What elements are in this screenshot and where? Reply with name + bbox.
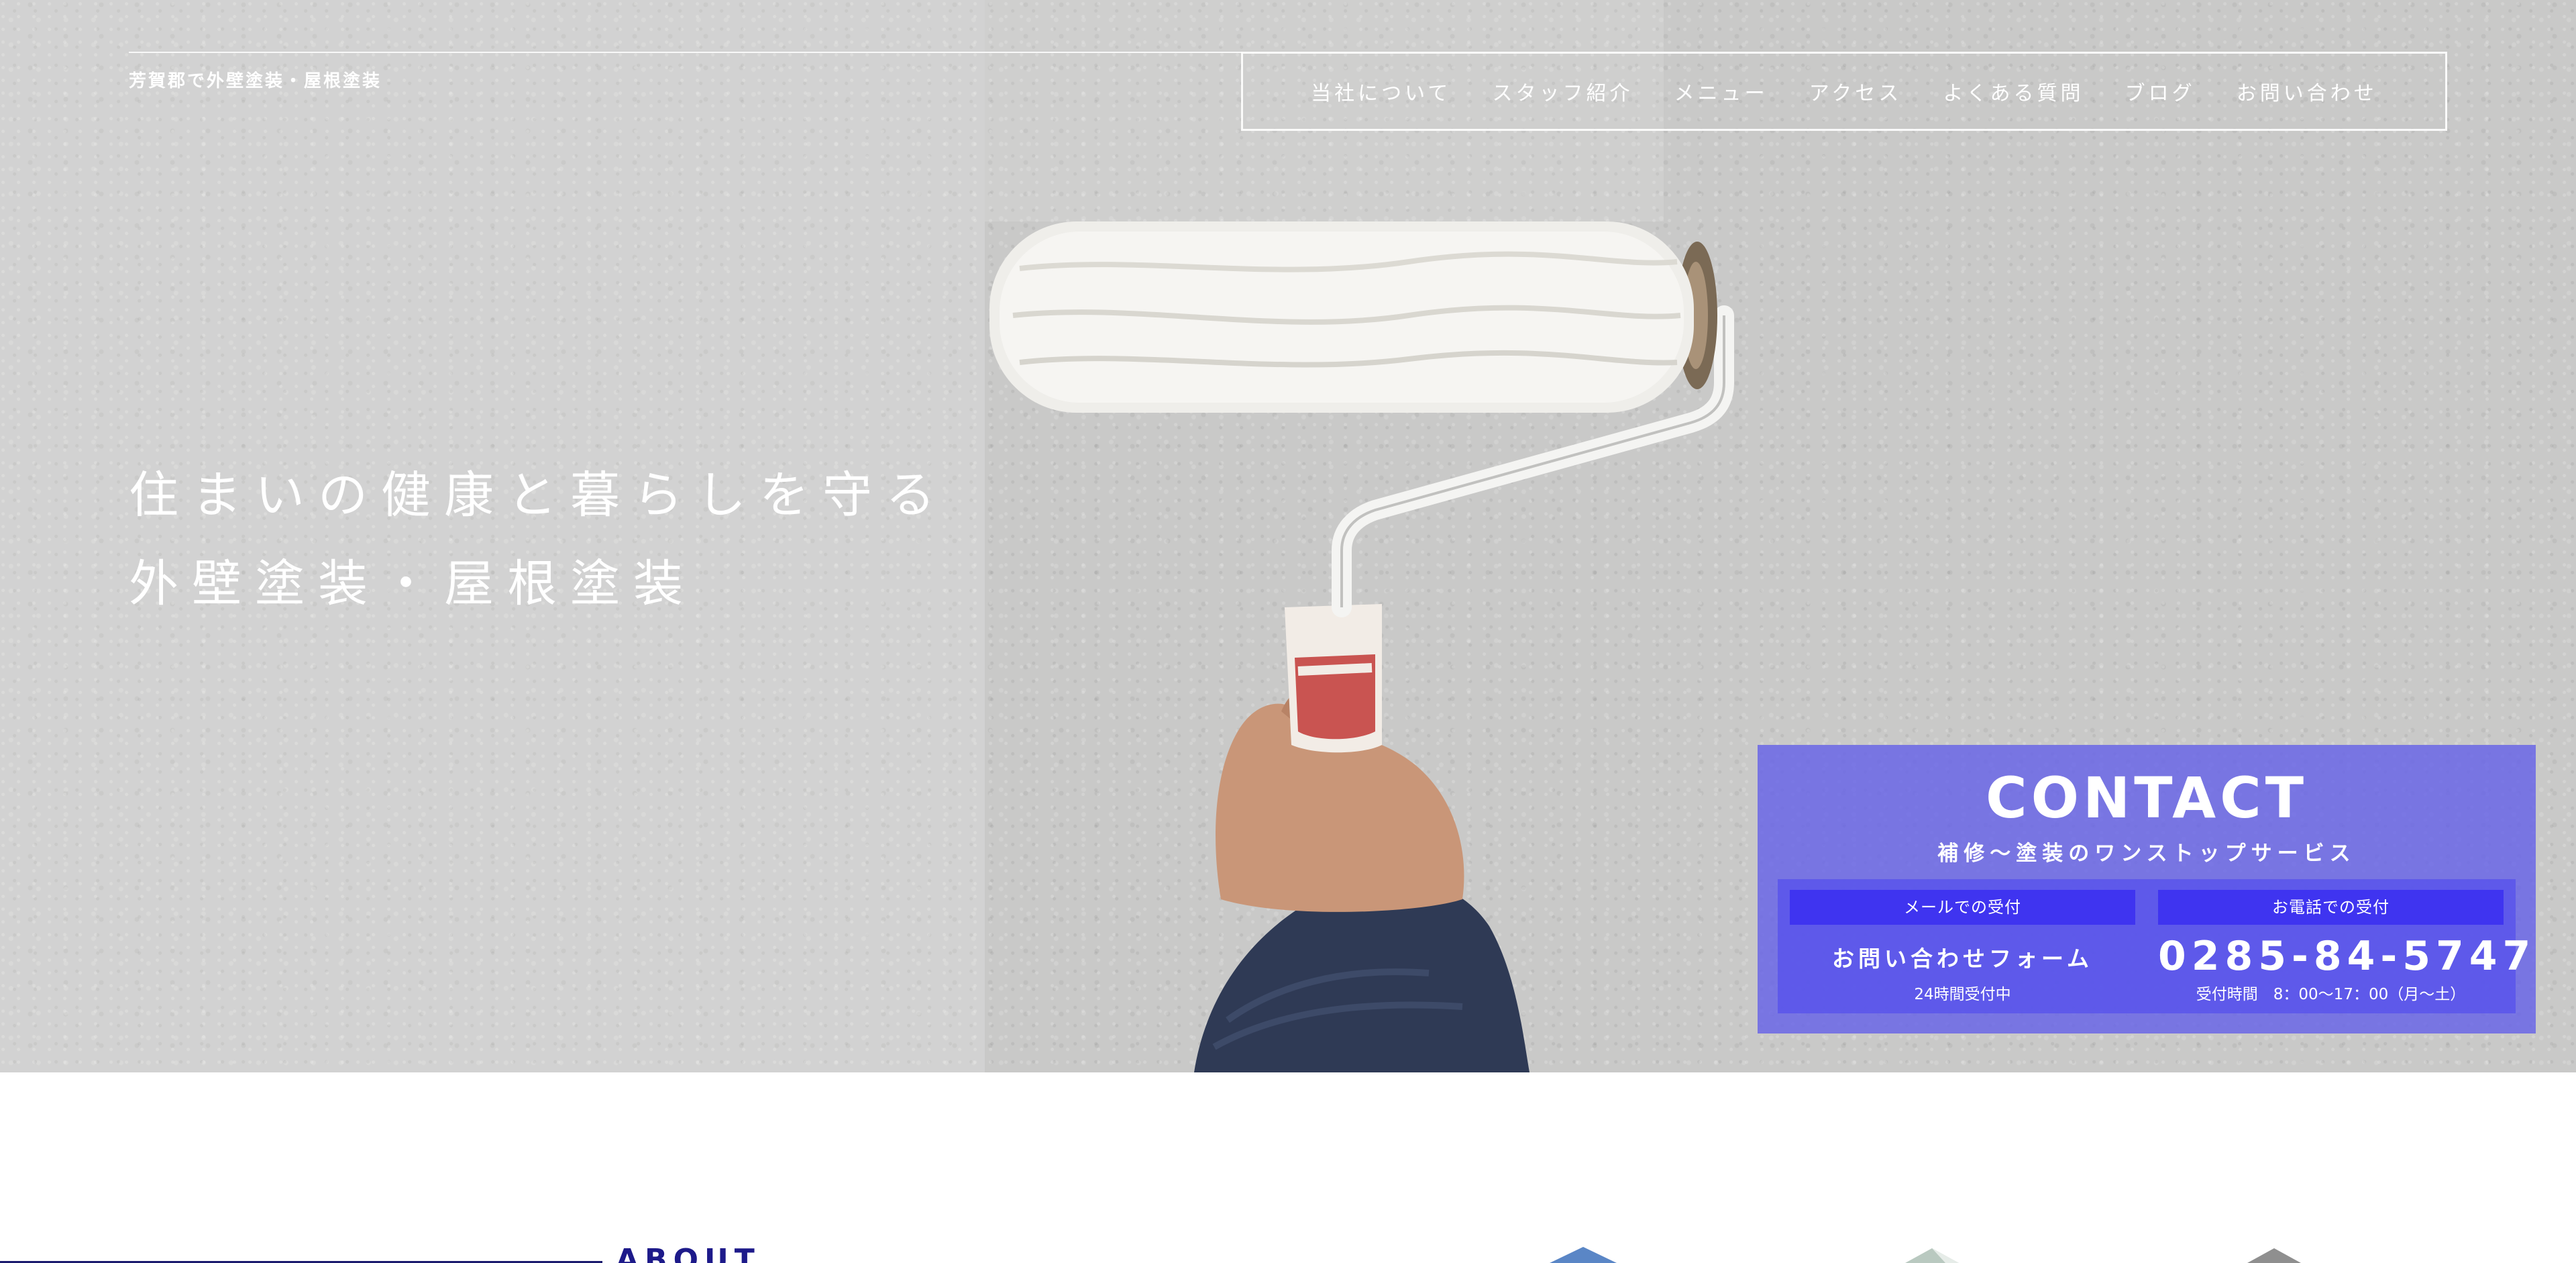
phone-label[interactable]: お電話での受付 xyxy=(2158,890,2504,925)
mail-label[interactable]: メールでの受付 xyxy=(1790,890,2135,925)
phone-hours: 受付時間 8：00～17：00（月～土） xyxy=(2196,986,2466,1003)
nav-item-about[interactable]: 当社について xyxy=(1311,77,1451,106)
mail-note: 24時間受付中 xyxy=(1914,986,2011,1003)
global-nav: 当社について スタッフ紹介 メニュー アクセス よくある質問 ブログ お問い合わ… xyxy=(1241,52,2447,131)
contact-mail-block[interactable]: メールでの受付 お問い合わせフォーム 24時間受付中 xyxy=(1790,879,2135,1013)
site-tagline[interactable]: 芳賀郡で外壁塗装・屋根塗装 xyxy=(129,67,382,92)
about-image-1 xyxy=(1550,1247,1617,1263)
header-divider xyxy=(129,52,1241,53)
about-heading: ABOUT xyxy=(616,1243,761,1263)
contact-title: CONTACT xyxy=(1985,765,2308,831)
hero-headline-line2: 外壁塗装・屋根塗装 xyxy=(129,555,696,613)
contact-panel: CONTACT 補修～塗装のワンストップサービス メールでの受付 お問い合わせフ… xyxy=(1758,745,2536,1033)
hero-section: 芳賀郡で外壁塗装・屋根塗装 当社について スタッフ紹介 メニュー アクセス よく… xyxy=(0,0,2576,1072)
contact-options: メールでの受付 お問い合わせフォーム 24時間受付中 お電話での受付 0285-… xyxy=(1778,879,2530,1013)
contact-subtitle: 補修～塗装のワンストップサービス xyxy=(1937,842,2356,866)
about-image-2 xyxy=(1905,1248,1959,1263)
nav-item-contact[interactable]: お問い合わせ xyxy=(2237,77,2377,106)
nav-item-blog[interactable]: ブログ xyxy=(2125,77,2196,106)
phone-number[interactable]: 0285-84-5747 xyxy=(2158,933,2530,980)
contact-form-link[interactable]: お問い合わせフォーム xyxy=(1790,941,2135,973)
contact-phone-block[interactable]: お電話での受付 0285-84-5747 受付時間 8：00～17：00（月～土… xyxy=(2158,879,2530,1013)
hero-headline-line1: 住まいの健康と暮らしを守る xyxy=(129,466,949,524)
nav-item-staff[interactable]: スタッフ紹介 xyxy=(1492,77,1633,106)
hero-headline: 住まいの健康と暮らしを守る 外壁塗装・屋根塗装 xyxy=(129,451,949,628)
nav-item-access[interactable]: アクセス xyxy=(1809,77,1902,106)
nav-item-menu[interactable]: メニュー xyxy=(1674,77,1768,106)
nav-item-faq[interactable]: よくある質問 xyxy=(1943,77,2084,106)
about-image-3 xyxy=(2247,1248,2301,1263)
